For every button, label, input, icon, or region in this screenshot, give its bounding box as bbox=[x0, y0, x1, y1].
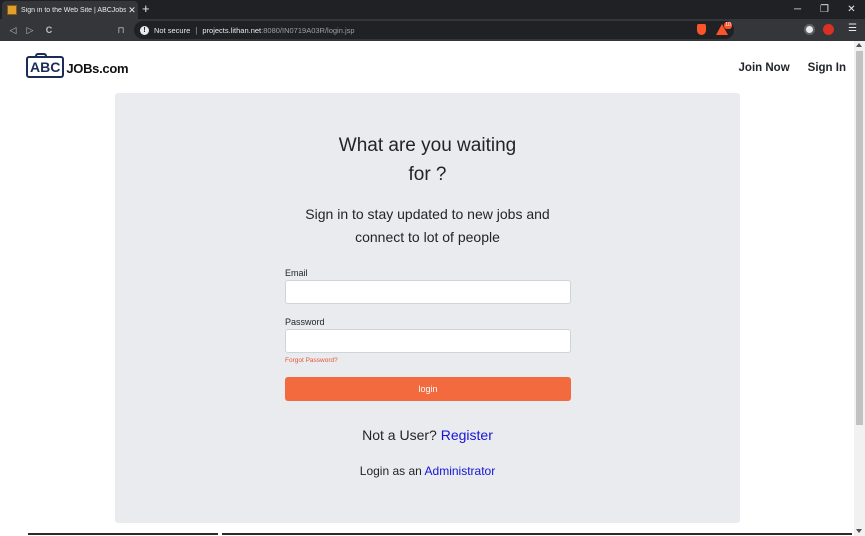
info-icon[interactable]: ! bbox=[140, 25, 149, 35]
extension-icon[interactable] bbox=[804, 24, 815, 35]
forward-icon[interactable]: ▷ bbox=[23, 22, 37, 38]
url-separator: | bbox=[195, 25, 198, 35]
site-favicon-icon bbox=[7, 5, 17, 15]
password-label: Password bbox=[285, 317, 325, 327]
web-page: ABC JOBs.com Join Now Sign In What are y… bbox=[0, 41, 854, 536]
join-now-link[interactable]: Join Now bbox=[739, 62, 790, 74]
login-button[interactable]: login bbox=[285, 377, 571, 401]
minimize-icon[interactable]: ─ bbox=[784, 0, 811, 19]
login-card: What are you waiting for ? Sign in to st… bbox=[115, 93, 740, 523]
headline-line-1: What are you waiting bbox=[338, 135, 517, 156]
close-window-icon[interactable]: ✕ bbox=[838, 0, 865, 19]
bottom-divider bbox=[222, 533, 852, 535]
vpn-extension-icon[interactable] bbox=[823, 24, 834, 35]
sign-in-link[interactable]: Sign In bbox=[808, 62, 846, 74]
admin-line: Login as an Administrator bbox=[115, 464, 740, 478]
headline-line-2: for ? bbox=[408, 164, 447, 185]
new-tab-button[interactable]: + bbox=[142, 2, 150, 16]
register-prefix: Not a User? bbox=[362, 427, 437, 443]
logo-abc: ABC bbox=[30, 59, 61, 75]
site-logo[interactable]: ABC JOBs.com bbox=[26, 53, 129, 78]
briefcase-handle bbox=[35, 53, 47, 58]
header-nav: Join Now Sign In bbox=[721, 62, 846, 74]
reload-icon[interactable]: C bbox=[42, 22, 56, 38]
tab-title: Sign in to the Web Site | ABCJobs bbox=[21, 6, 126, 14]
brave-shield-icon[interactable] bbox=[697, 24, 706, 35]
browser-tab[interactable]: Sign in to the Web Site | ABCJobs ✕ bbox=[2, 1, 138, 19]
back-icon[interactable]: ◁ bbox=[6, 22, 20, 38]
security-label: Not secure bbox=[154, 25, 191, 35]
logo-text: JOBs.com bbox=[66, 61, 129, 76]
browser-tab-bar: Sign in to the Web Site | ABCJobs ✕ + ─ … bbox=[0, 0, 865, 19]
email-field[interactable] bbox=[285, 280, 571, 304]
browser-toolbar: ◁ ▷ C ⊓ ! Not secure | projects.lithan.n… bbox=[0, 19, 865, 41]
administrator-link[interactable]: Administrator bbox=[425, 464, 496, 478]
restore-icon[interactable]: ❐ bbox=[811, 0, 838, 19]
page-scrollbar[interactable] bbox=[854, 41, 865, 536]
window-controls: ─ ❐ ✕ bbox=[784, 0, 865, 19]
scroll-thumb[interactable] bbox=[856, 51, 863, 425]
tab-close-icon[interactable]: ✕ bbox=[126, 5, 138, 16]
scroll-up-icon[interactable] bbox=[856, 43, 862, 47]
admin-prefix: Login as an bbox=[359, 464, 422, 478]
address-bar[interactable]: ! Not secure | projects.lithan.net :8080… bbox=[134, 21, 734, 39]
register-line: Not a User? Register bbox=[115, 427, 740, 443]
page-title: What are you waiting for ? bbox=[115, 131, 740, 189]
subtitle: Sign in to stay updated to new jobs and … bbox=[115, 203, 740, 249]
bookmark-icon[interactable]: ⊓ bbox=[114, 22, 128, 38]
email-label: Email bbox=[285, 268, 308, 278]
url-host: projects.lithan.net bbox=[202, 25, 262, 35]
url-path: :8080/IN0719A03R/login.jsp bbox=[261, 25, 355, 35]
briefcase-logo-icon: ABC bbox=[26, 53, 65, 78]
rewards-badge: 10 bbox=[724, 22, 732, 29]
subline-line-2: connect to lot of people bbox=[355, 229, 500, 245]
register-link[interactable]: Register bbox=[441, 427, 493, 443]
browser-menu-icon[interactable]: ☰ bbox=[848, 23, 857, 34]
scroll-down-icon[interactable] bbox=[856, 529, 862, 533]
bottom-divider bbox=[28, 533, 218, 535]
forgot-password-link[interactable]: Forgot Password? bbox=[285, 357, 338, 364]
password-field[interactable] bbox=[285, 329, 571, 353]
subline-line-1: Sign in to stay updated to new jobs and bbox=[305, 206, 550, 222]
